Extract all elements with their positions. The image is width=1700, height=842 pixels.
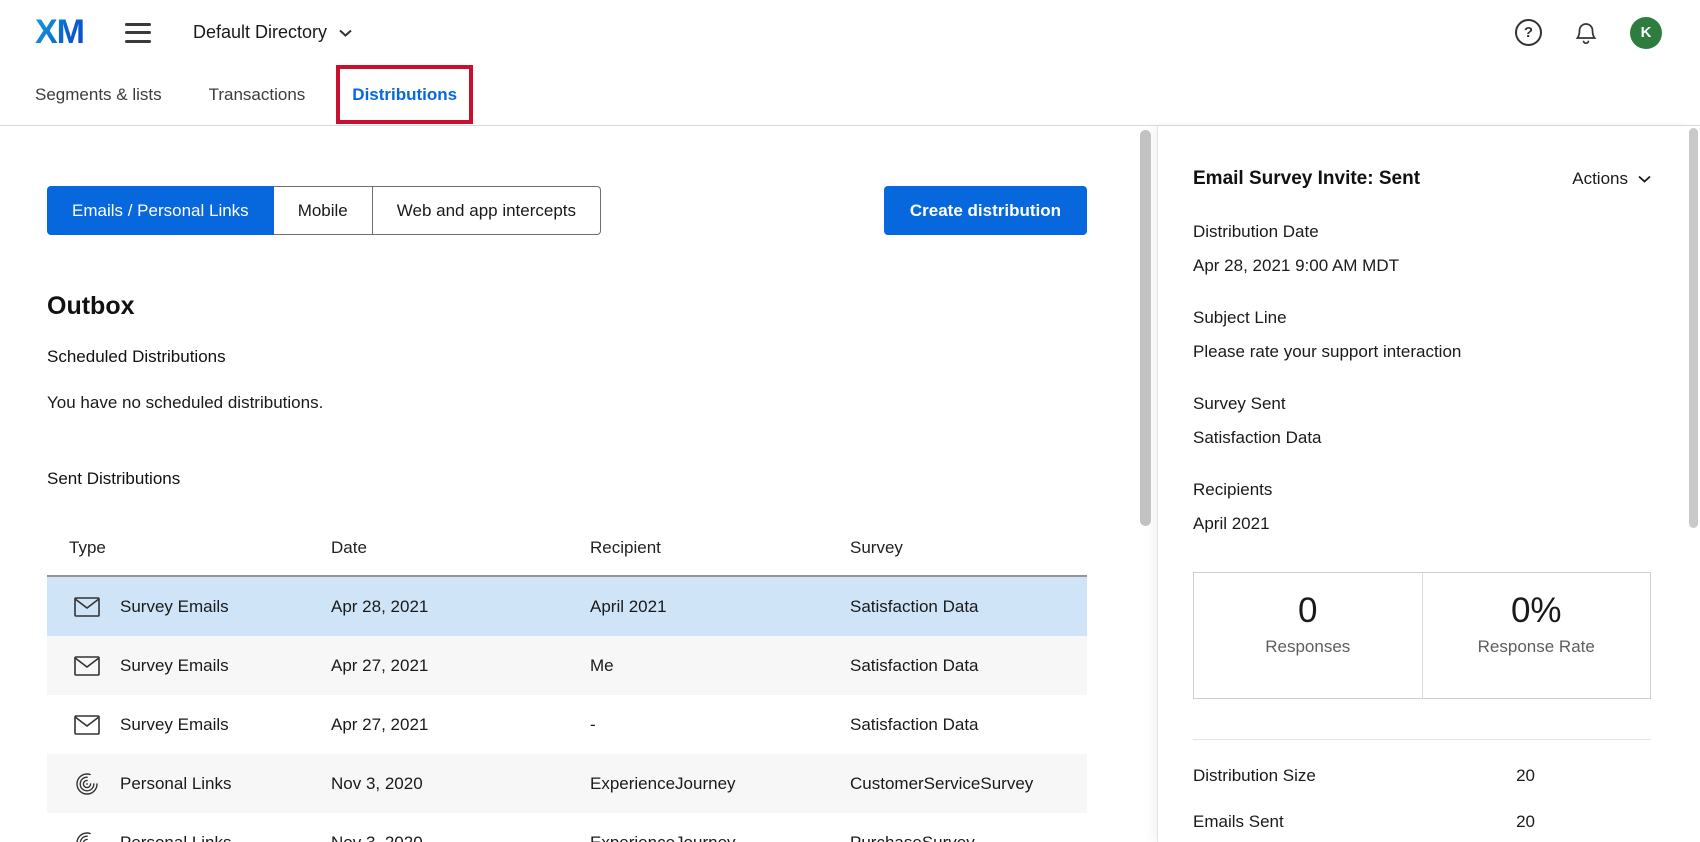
create-distribution-button[interactable]: Create distribution xyxy=(884,186,1087,235)
row-date: Nov 3, 2020 xyxy=(331,774,590,794)
metric-value: 20 xyxy=(1516,812,1535,832)
distribution-metrics: Distribution Size 20 Emails Sent 20 xyxy=(1193,739,1651,842)
help-icon[interactable]: ? xyxy=(1515,19,1542,46)
avatar[interactable]: K xyxy=(1630,17,1662,49)
field-recipients: Recipients April 2021 xyxy=(1193,478,1651,536)
chevron-down-icon xyxy=(1638,175,1651,183)
response-rate-stat: 0% Response Rate xyxy=(1422,573,1651,698)
column-header-recipient: Recipient xyxy=(590,538,850,558)
field-value: Satisfaction Data xyxy=(1193,426,1651,450)
segment-web-and-app-intercepts[interactable]: Web and app intercepts xyxy=(372,186,601,235)
detail-panel: Email Survey Invite: Sent Actions Distri… xyxy=(1157,126,1687,842)
tab-bar: Segments & lists Transactions Distributi… xyxy=(0,65,1700,126)
row-type: Survey Emails xyxy=(120,715,229,735)
row-type: Survey Emails xyxy=(120,656,229,676)
response-rate-caption: Response Rate xyxy=(1423,637,1651,657)
row-recipient: ExperienceJourney xyxy=(590,833,850,842)
metric-distribution-size: Distribution Size 20 xyxy=(1193,766,1535,812)
table-header-row: Type Date Recipient Survey xyxy=(47,521,1087,577)
table-row[interactable]: Personal Links Nov 3, 2020 ExperienceJou… xyxy=(47,813,1087,842)
main-area: Emails / Personal Links Mobile Web and a… xyxy=(0,126,1157,842)
row-survey: Satisfaction Data xyxy=(850,597,1087,617)
field-value: April 2021 xyxy=(1193,512,1651,536)
segment-emails-personal-links[interactable]: Emails / Personal Links xyxy=(47,186,274,235)
responses-stat: 0 Responses xyxy=(1194,573,1422,698)
field-value: Please rate your support interaction xyxy=(1193,340,1651,364)
response-stats-box: 0 Responses 0% Response Rate xyxy=(1193,572,1651,699)
topbar-actions: ? K xyxy=(1515,17,1700,49)
distribution-toolbar: Emails / Personal Links Mobile Web and a… xyxy=(47,186,1087,235)
envelope-icon xyxy=(74,715,100,735)
tab-distributions[interactable]: Distributions xyxy=(352,85,457,105)
top-bar: XM Default Directory ? K xyxy=(0,0,1700,65)
scheduled-distributions-heading: Scheduled Distributions xyxy=(47,345,1087,369)
column-header-survey: Survey xyxy=(850,538,1087,558)
field-label: Distribution Date xyxy=(1193,220,1651,244)
field-subject-line: Subject Line Please rate your support in… xyxy=(1193,306,1651,364)
chevron-down-icon xyxy=(339,29,352,37)
row-recipient: ExperienceJourney xyxy=(590,774,850,794)
directory-selector[interactable]: Default Directory xyxy=(193,22,352,43)
fingerprint-icon xyxy=(74,771,100,797)
fingerprint-icon xyxy=(74,830,100,842)
table-row[interactable]: Survey Emails Apr 27, 2021 - Satisfactio… xyxy=(47,695,1087,754)
menu-icon[interactable] xyxy=(125,23,151,43)
field-label: Recipients xyxy=(1193,478,1651,502)
notifications-icon[interactable] xyxy=(1574,21,1598,45)
xm-logo: XM xyxy=(35,13,99,52)
response-rate-value: 0% xyxy=(1423,589,1651,633)
column-header-type: Type xyxy=(47,538,331,558)
row-type: Personal Links xyxy=(120,774,232,794)
envelope-icon xyxy=(74,597,100,617)
field-value: Apr 28, 2021 9:00 AM MDT xyxy=(1193,254,1651,278)
row-date: Apr 27, 2021 xyxy=(331,656,590,676)
sent-distributions-heading: Sent Distributions xyxy=(47,467,1087,491)
row-survey: Satisfaction Data xyxy=(850,715,1087,735)
scheduled-empty-text: You have no scheduled distributions. xyxy=(47,391,1087,415)
row-recipient: Me xyxy=(590,656,850,676)
row-date: Apr 28, 2021 xyxy=(331,597,590,617)
sent-distributions-table: Type Date Recipient Survey Survey Emails… xyxy=(47,521,1087,842)
panel-title: Email Survey Invite: Sent xyxy=(1193,166,1420,192)
row-recipient: April 2021 xyxy=(590,597,850,617)
page-scrollbar[interactable] xyxy=(1687,126,1700,842)
field-distribution-date: Distribution Date Apr 28, 2021 9:00 AM M… xyxy=(1193,220,1651,278)
field-label: Survey Sent xyxy=(1193,392,1651,416)
content-area: Emails / Personal Links Mobile Web and a… xyxy=(0,126,1700,842)
actions-menu-button[interactable]: Actions xyxy=(1572,169,1651,189)
row-recipient: - xyxy=(590,715,850,735)
directory-name: Default Directory xyxy=(193,22,327,43)
row-survey: PurchaseSurvey xyxy=(850,833,1087,842)
distribution-type-segmented-control: Emails / Personal Links Mobile Web and a… xyxy=(47,186,601,235)
responses-count: 0 xyxy=(1194,589,1422,633)
actions-label: Actions xyxy=(1572,169,1628,189)
tab-segments-and-lists[interactable]: Segments & lists xyxy=(35,85,162,105)
metric-emails-sent: Emails Sent 20 xyxy=(1193,812,1535,842)
row-survey: Satisfaction Data xyxy=(850,656,1087,676)
row-type: Personal Links xyxy=(120,833,232,842)
row-date: Apr 27, 2021 xyxy=(331,715,590,735)
table-row[interactable]: Survey Emails Apr 28, 2021 April 2021 Sa… xyxy=(47,577,1087,636)
main-scrollbar[interactable] xyxy=(1140,130,1151,526)
field-survey-sent: Survey Sent Satisfaction Data xyxy=(1193,392,1651,450)
tab-transactions[interactable]: Transactions xyxy=(209,85,306,105)
responses-caption: Responses xyxy=(1194,637,1422,657)
table-row[interactable]: Survey Emails Apr 27, 2021 Me Satisfacti… xyxy=(47,636,1087,695)
metric-label: Emails Sent xyxy=(1193,812,1284,832)
segment-mobile[interactable]: Mobile xyxy=(273,186,373,235)
row-type: Survey Emails xyxy=(120,597,229,617)
page-scrollbar-thumb[interactable] xyxy=(1689,128,1698,528)
envelope-icon xyxy=(74,656,100,676)
metric-label: Distribution Size xyxy=(1193,766,1316,786)
row-survey: CustomerServiceSurvey xyxy=(850,774,1087,794)
table-row[interactable]: Personal Links Nov 3, 2020 ExperienceJou… xyxy=(47,754,1087,813)
column-header-date: Date xyxy=(331,538,590,558)
metric-value: 20 xyxy=(1516,766,1535,786)
outbox-title: Outbox xyxy=(47,291,1087,321)
field-label: Subject Line xyxy=(1193,306,1651,330)
row-date: Nov 3, 2020 xyxy=(331,833,590,842)
